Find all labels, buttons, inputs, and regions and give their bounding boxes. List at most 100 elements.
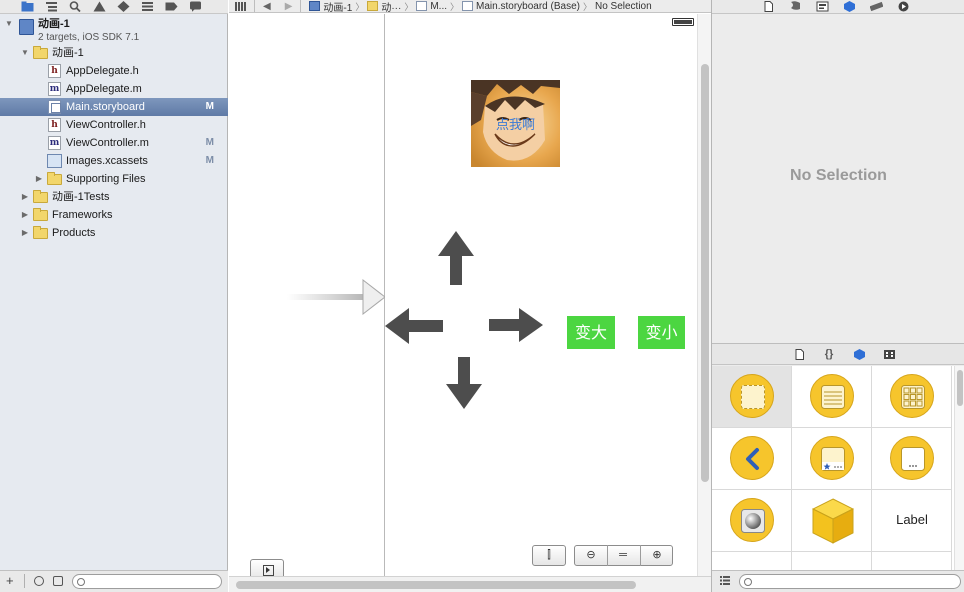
horizontal-scroll-thumb[interactable]	[236, 581, 636, 589]
library-item-tab-bar-controller[interactable]	[792, 428, 872, 490]
inspector-selector-bar	[712, 0, 964, 14]
vertical-scrollbar[interactable]	[697, 14, 711, 576]
navigation-controller-icon	[730, 436, 774, 480]
library-filter-input[interactable]	[739, 574, 961, 589]
left-arrow-button[interactable]	[385, 308, 443, 344]
disclosure-collapsed-icon[interactable]: ▶	[34, 170, 44, 188]
initial-view-controller-arrow-icon	[287, 279, 386, 315]
storyboard-file-icon	[416, 1, 428, 11]
library-item-next-row[interactable]	[712, 552, 792, 570]
structure-icon[interactable]	[44, 1, 58, 13]
library-item-collection-view-controller[interactable]	[872, 366, 952, 428]
disclosure-expanded-icon[interactable]: ▼	[20, 44, 30, 62]
breadcrumb-project[interactable]: 动画-1	[309, 0, 352, 12]
breadcrumb-file[interactable]: M...	[416, 1, 447, 12]
identity-icon[interactable]	[815, 1, 829, 13]
breadcrumb-group[interactable]: 动···	[367, 0, 401, 12]
project-row[interactable]: ▼ 动画-1 2 targets, iOS SDK 7.1	[0, 15, 228, 44]
library-item-glkit-view-controller[interactable]	[712, 490, 792, 552]
disclosure-collapsed-icon[interactable]: ▶	[20, 206, 30, 224]
object-icon[interactable]	[852, 348, 866, 360]
library-item-next-row[interactable]	[792, 552, 872, 570]
navigator-item-images-xcassets[interactable]: Images.xcassets M	[0, 152, 228, 170]
test-icon[interactable]	[116, 1, 130, 13]
size-icon[interactable]	[869, 1, 883, 13]
grow-button[interactable]: 变大	[567, 316, 615, 349]
navigator-item-viewcontroller-h[interactable]: h ViewController.h	[0, 116, 228, 134]
source-control-filter-icon[interactable]	[53, 576, 63, 586]
library-item-table-view-controller[interactable]	[792, 366, 872, 428]
folder-icon	[47, 172, 62, 185]
navigator-item-group[interactable]: ▼ 动画-1	[0, 44, 228, 62]
related-items-icon[interactable]	[235, 1, 246, 11]
add-icon[interactable]: +	[6, 573, 14, 588]
down-arrow-button[interactable]	[446, 357, 482, 409]
zoom-actual-size-icon[interactable]: ═	[613, 546, 633, 565]
recent-files-icon[interactable]	[34, 576, 44, 586]
collection-view-controller-icon	[890, 374, 934, 418]
navigator-item-appdelegate-h[interactable]: h AppDelegate.h	[0, 62, 228, 80]
library-item-label[interactable]: Label	[872, 490, 952, 552]
avatar-image-view[interactable]: 点我啊	[471, 80, 560, 167]
horizontal-scrollbar[interactable]	[229, 576, 711, 592]
vertical-scroll-thumb[interactable]	[701, 64, 709, 482]
view-controller-scene[interactable]: 点我啊 变大 变小	[385, 14, 697, 576]
up-arrow-button[interactable]	[438, 231, 474, 285]
library-filter-bar	[712, 570, 964, 592]
breadcrumb-chevron-icon: 〉	[355, 1, 365, 12]
breakpoint-icon[interactable]	[164, 1, 178, 13]
library-item-object[interactable]	[792, 490, 872, 552]
table-lines-icon	[821, 385, 845, 409]
file-template-icon[interactable]	[792, 348, 806, 360]
auto-layout-pin-icon: ⫿	[547, 549, 551, 561]
grid-cells-icon	[901, 385, 925, 409]
search-icon[interactable]	[68, 1, 82, 13]
navigator-item-label: Frameworks	[52, 209, 113, 221]
library-item-navigation-controller[interactable]	[712, 428, 792, 490]
library-item-next-row[interactable]	[872, 552, 952, 570]
library-item-page-view-controller[interactable]	[872, 428, 952, 490]
breadcrumb-selection[interactable]: No Selection	[595, 1, 652, 12]
list-view-icon[interactable]	[720, 575, 730, 586]
navigator-item-frameworks[interactable]: ▶ Frameworks	[0, 206, 228, 224]
log-icon[interactable]	[188, 1, 202, 13]
source-control-badge: M	[205, 137, 214, 148]
right-arrow-button[interactable]	[489, 308, 543, 342]
zoom-out-icon[interactable]: ⊖	[581, 546, 601, 565]
folder-icon	[367, 1, 379, 11]
disclosure-expanded-icon[interactable]: ▼	[4, 15, 14, 33]
navigator-filter-bar: +	[0, 570, 228, 592]
table-view-controller-icon	[810, 374, 854, 418]
disclosure-collapsed-icon[interactable]: ▶	[20, 224, 30, 242]
forward-arrow-icon[interactable]: ▶	[285, 1, 293, 12]
back-arrow-icon[interactable]: ◀	[263, 1, 271, 12]
navigator-item-label: Products	[52, 227, 96, 239]
library-selector-bar: {}	[712, 343, 964, 365]
zoom-segmented-control: ⊖ ═ ⊕	[574, 545, 673, 566]
library-item-view-controller[interactable]	[712, 366, 792, 428]
debug-icon[interactable]	[140, 1, 154, 13]
media-icon[interactable]	[882, 348, 896, 360]
navigator-item-viewcontroller-m[interactable]: m ViewController.m M	[0, 134, 228, 152]
attributes-icon[interactable]	[842, 1, 856, 13]
navigator-item-appdelegate-m[interactable]: m AppDelegate.m	[0, 80, 228, 98]
library-scrollbar[interactable]	[954, 366, 964, 570]
connections-icon[interactable]	[896, 1, 910, 13]
warning-icon[interactable]	[92, 1, 106, 13]
quick-help-icon[interactable]	[788, 1, 802, 13]
breadcrumb-localization[interactable]: Main.storyboard (Base)	[462, 1, 580, 12]
shrink-button[interactable]: 变小	[638, 316, 685, 349]
file-icon[interactable]	[761, 1, 775, 13]
resolve-auto-layout-button[interactable]: ⫿	[532, 545, 566, 566]
navigator-filter-input[interactable]	[72, 574, 222, 589]
navigator-item-main-storyboard[interactable]: Main.storyboard M	[0, 98, 228, 116]
disclosure-collapsed-icon[interactable]: ▶	[20, 188, 30, 206]
navigator-item-tests[interactable]: ▶ 动画-1Tests	[0, 188, 228, 206]
navigator-item-products[interactable]: ▶ Products	[0, 224, 228, 242]
zoom-in-icon[interactable]: ⊕	[647, 546, 667, 565]
folder-icon[interactable]	[20, 1, 34, 13]
library-scroll-thumb[interactable]	[957, 370, 963, 406]
code-snippet-icon[interactable]: {}	[822, 348, 836, 360]
source-control-badge: M	[205, 155, 214, 166]
navigator-item-supporting-files[interactable]: ▶ Supporting Files	[0, 170, 228, 188]
